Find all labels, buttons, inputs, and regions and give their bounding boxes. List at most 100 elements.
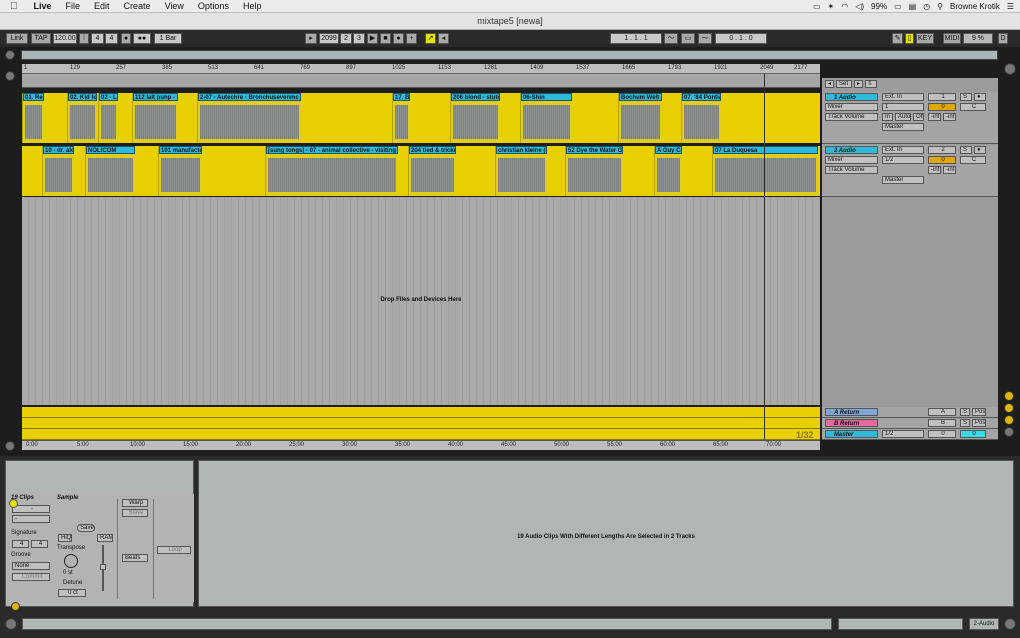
commit-button[interactable]: Commit (12, 573, 50, 581)
track-1-input-channel[interactable]: 1 (882, 103, 924, 111)
cast-icon[interactable]: ▭ (813, 2, 821, 11)
master-cue[interactable]: 0 (960, 430, 986, 438)
track-2-solo[interactable]: S (960, 146, 972, 154)
nudge-icon[interactable]: ⁞ (79, 33, 89, 44)
tap-button[interactable]: TAP (31, 33, 51, 44)
prev-locator-icon[interactable]: ◂ (825, 80, 834, 88)
battery-text[interactable]: 99% (871, 2, 887, 11)
search-icon[interactable]: ⚲ (937, 2, 943, 11)
return-a-solo[interactable]: S (960, 408, 970, 416)
hiq-button[interactable]: HiQ (58, 534, 72, 542)
return-b-activator[interactable]: B (928, 419, 956, 427)
apple-icon[interactable]:  (0, 1, 27, 12)
return-b-header[interactable]: B Return B S Post (822, 418, 998, 429)
metro-dots[interactable]: ●● (133, 33, 151, 44)
track-1-input[interactable]: Ext. In (882, 93, 924, 101)
selected-track-label[interactable]: 2-Audio (969, 618, 999, 630)
track-2-crossfade[interactable]: C (960, 156, 986, 164)
return-b-name[interactable]: B Return (825, 419, 878, 427)
link-button[interactable]: Link (6, 33, 28, 44)
track-1-lane[interactable]: 01. Re 02. Kid for 02 - Le 112 lalt punp… (22, 93, 820, 143)
master-lane[interactable] (22, 429, 820, 440)
clip[interactable]: 52 Dye the Water Gr (565, 146, 623, 196)
track-2-lane[interactable]: 10 - dr. alo NOLICOM 101 manufactur [sun… (22, 146, 820, 196)
bluetooth-icon[interactable]: ✶ (828, 2, 835, 11)
fold-icon[interactable]: ≡ (865, 80, 877, 88)
clip[interactable]: 02. Kid for (67, 93, 97, 143)
monitor-off[interactable]: Off (913, 113, 924, 121)
scroll-top-icon[interactable] (1004, 63, 1016, 75)
clip-sig-den[interactable]: 4 (31, 540, 48, 548)
loop-start[interactable]: 1 . 1 . 1 (610, 33, 662, 44)
record-icon[interactable]: ● (393, 33, 404, 44)
track-2-pan[interactable]: 0 (928, 156, 956, 164)
warp-mode-select[interactable]: Beats (122, 554, 148, 562)
clip-color-select[interactable]: - (12, 515, 50, 523)
clip[interactable]: christian kleine (E (495, 146, 547, 196)
clip-sig-num[interactable]: 4 (12, 540, 29, 548)
track-1-solo[interactable]: S (960, 93, 972, 101)
track-1-output[interactable]: Master (882, 123, 924, 131)
return-b-lane[interactable] (22, 418, 820, 429)
track-2-input[interactable]: Ext. In (882, 146, 924, 154)
clip[interactable]: 112 lalt punp - (132, 93, 178, 143)
play-icon[interactable]: ▶ (367, 33, 378, 44)
return-a-activator[interactable]: A (928, 408, 956, 416)
loop-length[interactable]: 0 . 1 . 0 (715, 33, 767, 44)
clip-panel-toggle-icon[interactable] (11, 602, 20, 611)
clip[interactable]: 10 - dr. alo (42, 146, 74, 196)
menu-view[interactable]: View (158, 1, 191, 11)
user-name[interactable]: Browne Krotik (950, 2, 1000, 11)
punch-in-icon[interactable]: ▭ (681, 33, 695, 44)
beat-time-ruler[interactable]: 1 129 257 385 513 641 769 897 1025 1153 … (22, 64, 820, 74)
track-1-activator[interactable]: 1 (928, 93, 956, 101)
gain-handle[interactable] (100, 564, 106, 570)
punch-out-icon[interactable]: ⁓ (698, 33, 712, 44)
detail-toggle-icon[interactable] (1004, 618, 1016, 630)
menu-create[interactable]: Create (117, 1, 158, 11)
menu-edit[interactable]: Edit (87, 1, 117, 11)
menu-app[interactable]: Live (27, 1, 59, 11)
return-b-solo[interactable]: S (960, 419, 970, 427)
returns-toggle-icon[interactable] (1004, 415, 1014, 425)
wifi-icon[interactable]: ◠ (841, 2, 848, 11)
follow-icon[interactable]: ▸ (305, 33, 317, 44)
info-toggle-icon[interactable] (5, 618, 17, 630)
clip[interactable]: 101 manufactur (158, 146, 202, 196)
clock-icon[interactable]: ◷ (923, 2, 930, 11)
clip[interactable]: NOLICOM (85, 146, 135, 196)
grid-fraction[interactable]: 1/32 (796, 430, 814, 440)
clip[interactable]: 07 La Duquesa (712, 146, 818, 196)
return-a-post[interactable]: Post (972, 408, 986, 416)
sends-toggle-icon[interactable] (1004, 403, 1014, 413)
volume-icon[interactable]: ◁) (855, 2, 864, 11)
track-2-input-channel[interactable]: 1/2 (882, 156, 924, 164)
monitor-auto[interactable]: Auto (895, 113, 911, 121)
menu-options[interactable]: Options (191, 1, 236, 11)
flag-icon[interactable]: ▤ (909, 2, 917, 11)
loop-button[interactable]: Loop (157, 546, 191, 554)
clip[interactable]: [sung tongs] - 07 - animal collective - … (265, 146, 398, 196)
key-map-button[interactable]: KEY (916, 33, 934, 44)
automation-arm-icon[interactable]: ↗ (425, 33, 436, 44)
quantize-select[interactable]: 1 Bar (154, 33, 182, 44)
metronome-icon[interactable]: ● (121, 33, 131, 44)
mixer-toggle-icon[interactable] (1004, 427, 1014, 437)
track-2-name[interactable]: 2 Audio (825, 146, 878, 154)
track-1-device[interactable]: Mixer (825, 103, 878, 111)
return-a-name[interactable]: A Return (825, 408, 878, 416)
clip[interactable]: Bochum Welt - (618, 93, 662, 143)
tempo-field[interactable]: 120.00 (53, 33, 77, 44)
pos-bar[interactable]: 2099 (319, 33, 339, 44)
scrub-area[interactable] (22, 74, 820, 88)
io-toggle-icon[interactable] (1004, 391, 1014, 401)
next-locator-icon[interactable]: ▸ (854, 80, 863, 88)
slave-button[interactable]: Slave (122, 509, 148, 517)
zoom-out-icon[interactable] (5, 441, 15, 451)
draw-mode-icon[interactable]: ✎ (892, 33, 903, 44)
menu-file[interactable]: File (59, 1, 88, 11)
track-2-output[interactable]: Master (882, 176, 924, 184)
midi-map-button[interactable]: MIDI (943, 33, 961, 44)
add-icon[interactable]: + (406, 33, 417, 44)
stop-icon[interactable]: ■ (380, 33, 391, 44)
